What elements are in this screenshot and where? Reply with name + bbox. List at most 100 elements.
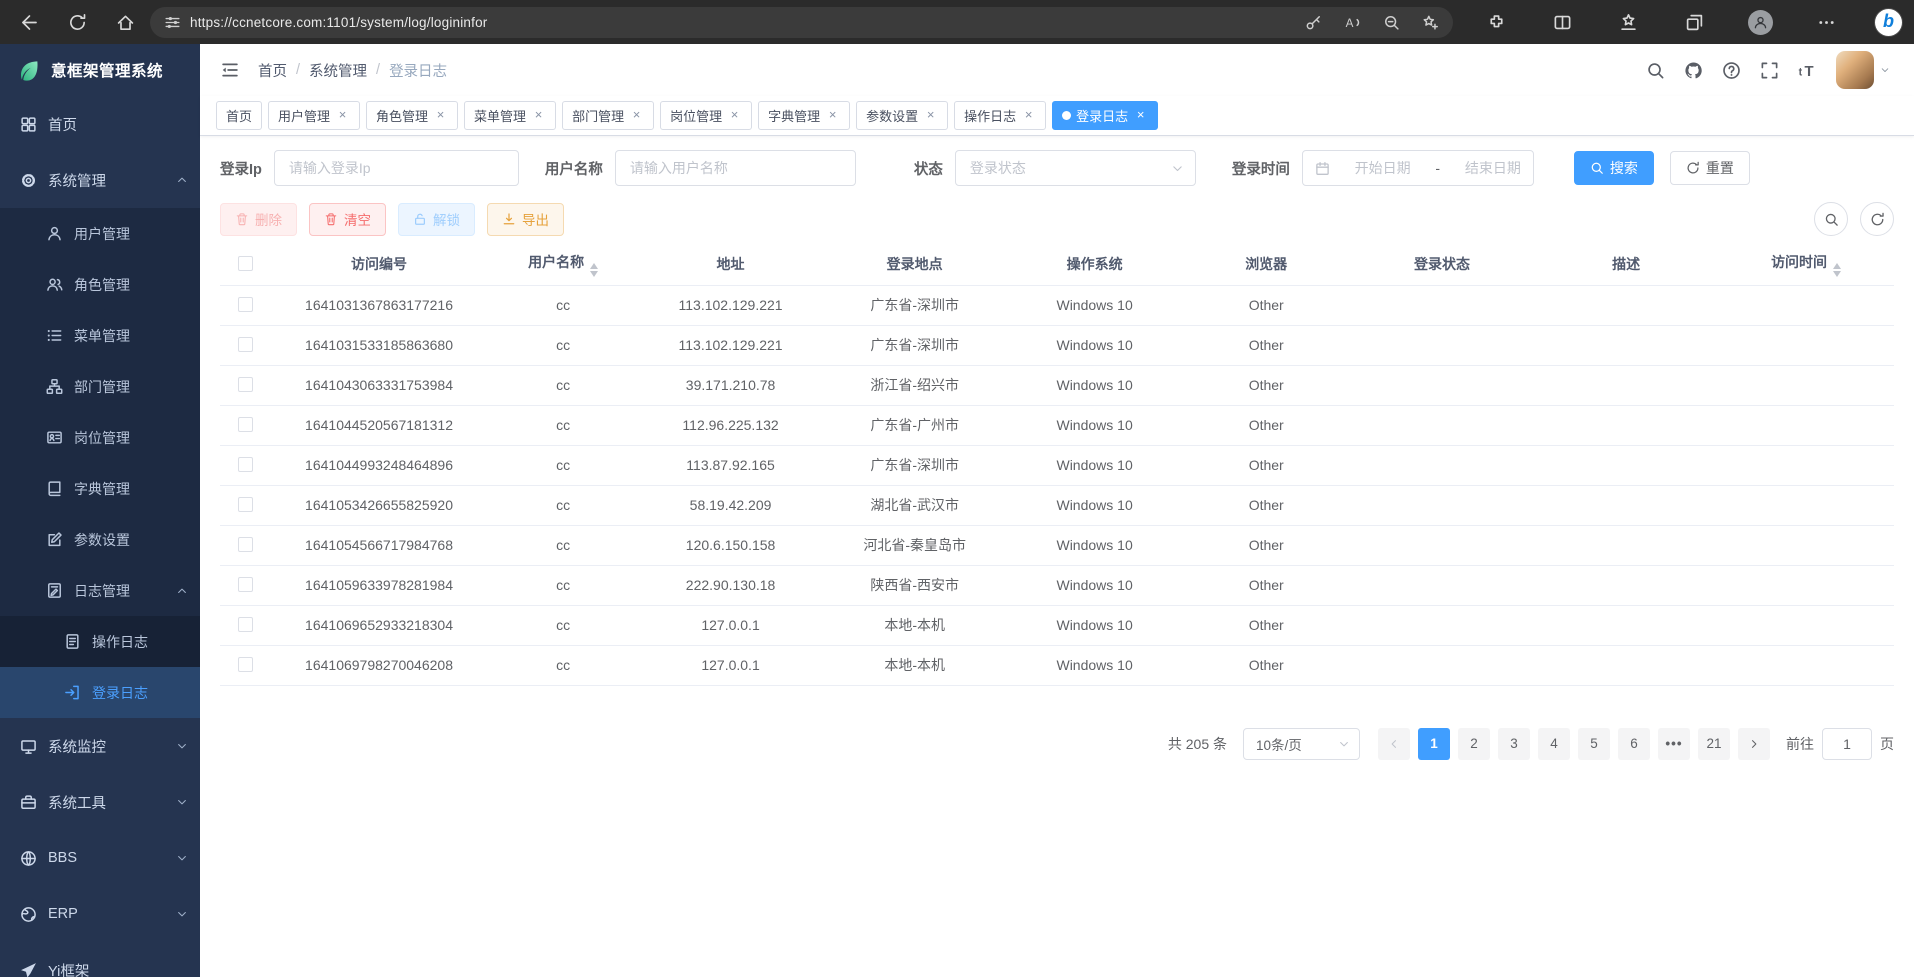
tab-参数设置[interactable]: 参数设置× xyxy=(856,101,948,130)
column-header-操作系统[interactable]: 操作系统 xyxy=(1007,244,1183,285)
table-row[interactable]: 1641044520567181312cc112.96.225.132广东省-广… xyxy=(220,405,1894,445)
goto-page-input[interactable] xyxy=(1822,728,1872,760)
row-checkbox[interactable] xyxy=(238,457,253,472)
table-row[interactable]: 1641031533185863680cc113.102.129.221广东省-… xyxy=(220,325,1894,365)
browser-back-button[interactable] xyxy=(12,5,46,39)
close-tab-icon[interactable]: × xyxy=(727,108,742,123)
sidebar-item-ERP[interactable]: ERP xyxy=(0,886,200,942)
table-row[interactable]: 1641069652933218304cc127.0.0.1本地-本机Windo… xyxy=(220,605,1894,645)
breadcrumb-item[interactable]: 首页 xyxy=(258,60,287,81)
column-header-访问时间[interactable]: 访问时间 xyxy=(1718,244,1894,285)
breadcrumb-item[interactable]: 系统管理 xyxy=(309,60,367,81)
tab-用户管理[interactable]: 用户管理× xyxy=(268,101,360,130)
page-button-3[interactable]: 3 xyxy=(1498,728,1530,760)
table-row[interactable]: 1641044993248464896cc113.87.92.165广东省-深圳… xyxy=(220,445,1894,485)
page-button-5[interactable]: 5 xyxy=(1578,728,1610,760)
hamburger-menu-button[interactable] xyxy=(220,60,240,80)
close-tab-icon[interactable]: × xyxy=(825,108,840,123)
sidebar-item-操作日志[interactable]: 操作日志 xyxy=(0,616,200,667)
sort-icon[interactable] xyxy=(590,263,598,278)
sidebar-item-系统管理[interactable]: 系统管理 xyxy=(0,152,200,208)
browser-refresh-button[interactable] xyxy=(60,5,94,39)
tab-首页[interactable]: 首页 xyxy=(216,101,262,130)
page-button-1[interactable]: 1 xyxy=(1418,728,1450,760)
select-all-checkbox[interactable] xyxy=(238,256,253,271)
login-ip-input[interactable] xyxy=(274,150,519,186)
browser-ellipsis-button[interactable] xyxy=(1809,5,1843,39)
page-button-6[interactable]: 6 xyxy=(1618,728,1650,760)
export-button[interactable]: 导出 xyxy=(487,203,564,236)
sidebar-item-日志管理[interactable]: 日志管理 xyxy=(0,565,200,616)
row-checkbox[interactable] xyxy=(238,657,253,672)
status-select[interactable]: 登录状态 xyxy=(955,150,1196,186)
tab-部门管理[interactable]: 部门管理× xyxy=(562,101,654,130)
read-aloud-icon[interactable]: A xyxy=(1344,14,1361,31)
browser-home-button[interactable] xyxy=(108,5,142,39)
sort-icon[interactable] xyxy=(1833,263,1841,278)
more-pages-button[interactable]: ••• xyxy=(1658,728,1690,760)
sidebar-item-参数设置[interactable]: 参数设置 xyxy=(0,514,200,565)
favorite-add-icon[interactable] xyxy=(1422,14,1439,31)
sidebar-item-系统工具[interactable]: 系统工具 xyxy=(0,774,200,830)
sidebar-item-字典管理[interactable]: 字典管理 xyxy=(0,463,200,514)
user-name-input[interactable] xyxy=(615,150,856,186)
toggle-search-button[interactable] xyxy=(1814,202,1848,236)
refresh-table-button[interactable] xyxy=(1860,202,1894,236)
unlock-button[interactable]: 解锁 xyxy=(398,203,475,236)
column-header-描述[interactable]: 描述 xyxy=(1534,244,1718,285)
table-row[interactable]: 1641031367863177216cc113.102.129.221广东省-… xyxy=(220,285,1894,325)
column-header-地址[interactable]: 地址 xyxy=(638,244,822,285)
tab-岗位管理[interactable]: 岗位管理× xyxy=(660,101,752,130)
prev-page-button[interactable] xyxy=(1378,728,1410,760)
sidebar-item-BBS[interactable]: BBS xyxy=(0,830,200,886)
row-checkbox[interactable] xyxy=(238,337,253,352)
reset-button[interactable]: 重置 xyxy=(1670,151,1750,185)
table-row[interactable]: 1641054566717984768cc120.6.150.158河北省-秦皇… xyxy=(220,525,1894,565)
sidebar-item-岗位管理[interactable]: 岗位管理 xyxy=(0,412,200,463)
font-size-button[interactable]: tT xyxy=(1798,61,1817,80)
page-button-4[interactable]: 4 xyxy=(1538,728,1570,760)
row-checkbox[interactable] xyxy=(238,377,253,392)
fullscreen-button[interactable] xyxy=(1760,61,1779,80)
page-button-2[interactable]: 2 xyxy=(1458,728,1490,760)
tab-登录日志[interactable]: 登录日志× xyxy=(1052,101,1158,130)
sidebar-item-菜单管理[interactable]: 菜单管理 xyxy=(0,310,200,361)
row-checkbox[interactable] xyxy=(238,577,253,592)
browser-favorites-bar-button[interactable] xyxy=(1611,5,1645,39)
user-avatar[interactable] xyxy=(1836,51,1890,89)
browser-collections-button[interactable] xyxy=(1677,5,1711,39)
sidebar-item-登录日志[interactable]: 登录日志 xyxy=(0,667,200,718)
close-tab-icon[interactable]: × xyxy=(335,108,350,123)
search-button[interactable]: 搜索 xyxy=(1574,151,1654,185)
table-row[interactable]: 1641043063331753984cc39.171.210.78浙江省-绍兴… xyxy=(220,365,1894,405)
sidebar-item-部门管理[interactable]: 部门管理 xyxy=(0,361,200,412)
close-tab-icon[interactable]: × xyxy=(629,108,644,123)
column-header-用户名称[interactable]: 用户名称 xyxy=(488,244,639,285)
row-checkbox[interactable] xyxy=(238,537,253,552)
column-header-登录状态[interactable]: 登录状态 xyxy=(1350,244,1534,285)
next-page-button[interactable] xyxy=(1738,728,1770,760)
github-button[interactable] xyxy=(1684,61,1703,80)
key-icon[interactable] xyxy=(1305,14,1322,31)
date-range-picker[interactable]: 开始日期 - 结束日期 xyxy=(1302,150,1534,186)
row-checkbox[interactable] xyxy=(238,617,253,632)
question-button[interactable] xyxy=(1722,61,1741,80)
close-tab-icon[interactable]: × xyxy=(1021,108,1036,123)
tab-菜单管理[interactable]: 菜单管理× xyxy=(464,101,556,130)
sidebar-item-首页[interactable]: 首页 xyxy=(0,96,200,152)
column-header-浏览器[interactable]: 浏览器 xyxy=(1183,244,1350,285)
browser-extensions-button[interactable] xyxy=(1479,5,1513,39)
search-button[interactable] xyxy=(1646,61,1665,80)
bing-copilot-button[interactable]: b xyxy=(1875,9,1902,36)
table-row[interactable]: 1641053426655825920cc58.19.42.209湖北省-武汉市… xyxy=(220,485,1894,525)
sidebar-item-系统监控[interactable]: 系统监控 xyxy=(0,718,200,774)
browser-profile-button[interactable] xyxy=(1743,5,1777,39)
table-row[interactable]: 1641059633978281984cc222.90.130.18陕西省-西安… xyxy=(220,565,1894,605)
browser-split-screen-button[interactable] xyxy=(1545,5,1579,39)
sidebar-item-Yi框架[interactable]: Yi框架 xyxy=(0,942,200,977)
site-permissions-icon[interactable] xyxy=(164,14,181,31)
close-tab-icon[interactable]: × xyxy=(433,108,448,123)
tab-角色管理[interactable]: 角色管理× xyxy=(366,101,458,130)
close-tab-icon[interactable]: × xyxy=(923,108,938,123)
sidebar-item-角色管理[interactable]: 角色管理 xyxy=(0,259,200,310)
